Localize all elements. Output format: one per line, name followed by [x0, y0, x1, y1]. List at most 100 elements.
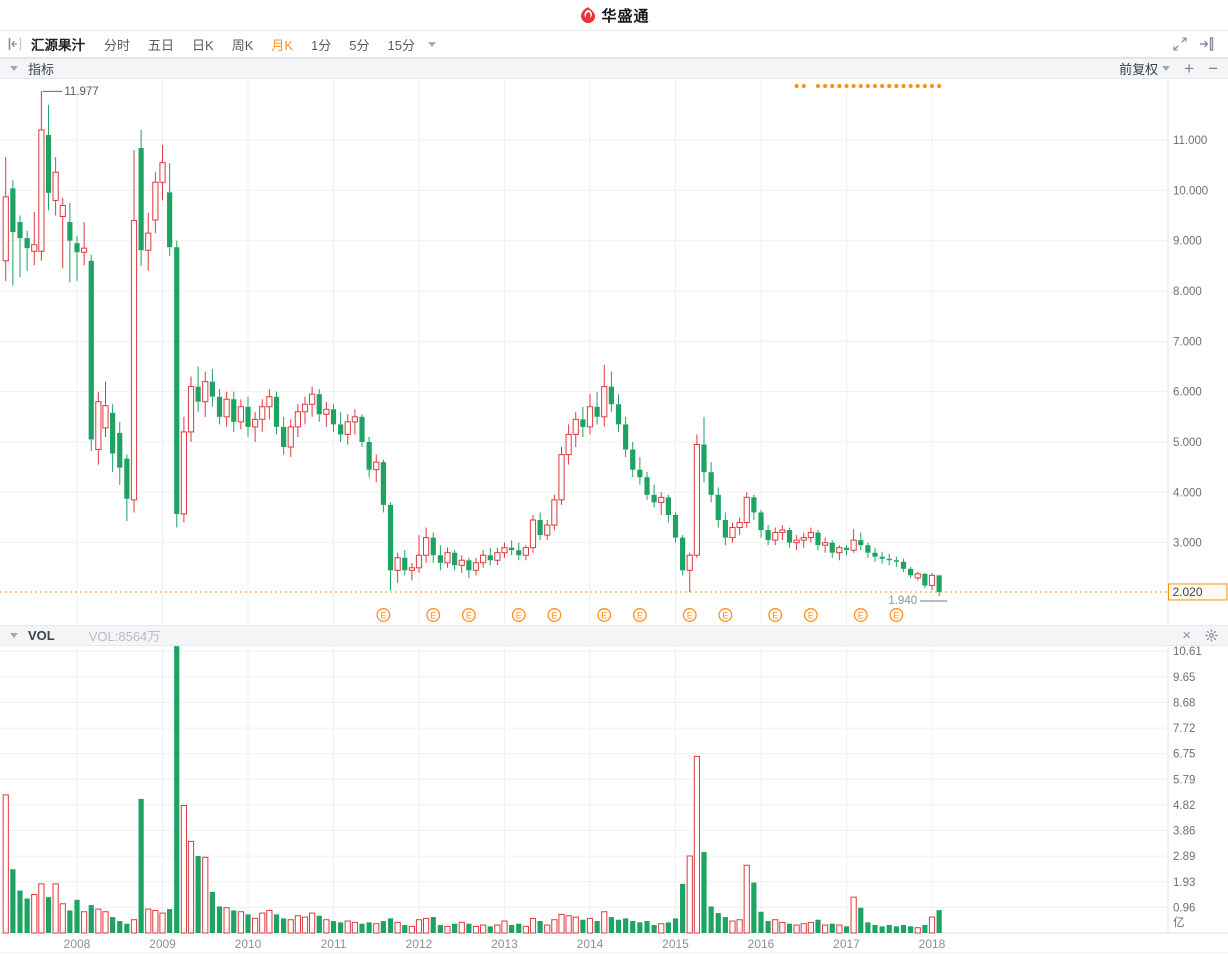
candles-group [2, 90, 942, 596]
year-label: 2017 [833, 937, 860, 951]
app-window: 华盛通 汇源果汁 分时 五日 日K 周K 月K 1分 5分 15分 指标 前复权… [0, 0, 1228, 957]
event-dot [887, 83, 892, 89]
event-dot [844, 83, 849, 89]
svg-text:E: E [858, 611, 864, 621]
high-price-annotation: 11.977 [64, 86, 98, 98]
flame-icon [581, 6, 596, 23]
period-tabs: 分时 五日 日K 周K 月K 1分 5分 15分 [95, 35, 424, 54]
svg-text:E: E [430, 611, 436, 621]
year-label: 2008 [64, 937, 91, 951]
tab-15分[interactable]: 15分 [388, 35, 415, 54]
year-label: 2016 [748, 937, 775, 951]
svg-text:E: E [687, 611, 693, 621]
tab-月K[interactable]: 月K [271, 35, 293, 54]
earnings-marker[interactable]: E [376, 608, 391, 622]
candlestick-chart: 2008 2009 2010 2011 2012 2013 2014 2015 2016 2017… [0, 80, 1228, 954]
event-dot [929, 83, 935, 89]
earnings-marker[interactable]: E [803, 608, 818, 622]
tab-日K[interactable]: 日K [192, 35, 214, 54]
event-dot [823, 83, 828, 89]
indicator-collapse-icon[interactable] [10, 66, 18, 75]
event-dot [922, 83, 927, 89]
year-label: 2013 [491, 937, 518, 951]
adjustment-caret-icon [1162, 66, 1171, 75]
event-dot [830, 83, 835, 89]
volume-tick-label: 4.82 [1173, 800, 1195, 812]
dock-right-icon[interactable] [1199, 37, 1214, 51]
earnings-marker[interactable]: E [597, 608, 612, 622]
vol-collapse-icon[interactable] [10, 633, 18, 642]
year-label: 2015 [662, 937, 689, 951]
tab-分时[interactable]: 分时 [104, 35, 130, 54]
collapse-panel-icon[interactable] [8, 37, 23, 51]
annotations-group: 2.020 11.977 1.940 E E E E E E E E E E E E E [0, 83, 1228, 622]
price-tick-label: 5.000 [1173, 437, 1202, 449]
price-tick-label: 11.000 [1173, 135, 1207, 147]
indicator-label: 指标 [28, 62, 55, 77]
svg-text:E: E [893, 611, 899, 621]
indicator-bar: 指标 前复权 + − [0, 58, 1228, 79]
tab-五日[interactable]: 五日 [148, 35, 174, 54]
earnings-marker[interactable]: E [768, 608, 783, 622]
vol-close-icon[interactable]: × [1182, 628, 1191, 643]
price-tick-label: 7.000 [1173, 336, 1202, 348]
earnings-marker[interactable]: E [889, 608, 904, 622]
toolbar-right [1173, 37, 1220, 51]
volume-tick-label: 9.65 [1173, 672, 1195, 684]
event-dot [858, 83, 863, 89]
earnings-marker[interactable]: E [853, 608, 868, 622]
year-label: 2014 [577, 937, 604, 951]
year-label: 2011 [321, 937, 347, 951]
price-tick-label: 3.000 [1173, 538, 1202, 550]
year-label: 2010 [235, 937, 262, 951]
earnings-marker[interactable]: E [547, 608, 562, 622]
volume-tick-label: 6.75 [1173, 749, 1195, 761]
price-tick-label: 9.000 [1173, 236, 1202, 248]
earnings-marker[interactable]: E [426, 608, 441, 622]
svg-text:E: E [551, 611, 557, 621]
zoom-in-button[interactable]: + [1184, 60, 1194, 77]
event-dot [880, 83, 885, 89]
event-dot [851, 83, 856, 89]
year-label: 2018 [919, 937, 946, 951]
more-periods-icon[interactable] [427, 41, 436, 51]
adjustment-selector[interactable]: 前复权 [1119, 59, 1171, 78]
event-dot [794, 83, 799, 89]
price-tick-label: 4.000 [1173, 487, 1202, 499]
event-dot [872, 83, 878, 89]
vol-settings-gear-icon[interactable] [1205, 629, 1218, 642]
event-dot [894, 83, 899, 89]
event-dot [908, 83, 913, 89]
volume-tick-label: 2.89 [1173, 851, 1195, 863]
tab-5分[interactable]: 5分 [349, 35, 369, 54]
svg-text:E: E [808, 611, 814, 621]
volume-tick-label: 0.96 [1173, 902, 1195, 914]
earnings-marker[interactable]: E [461, 608, 476, 622]
volume-tick-label: 10.61 [1173, 646, 1202, 658]
vol-label: VOL [28, 628, 55, 643]
event-dot [937, 83, 942, 89]
volume-tick-label: 8.68 [1173, 697, 1195, 709]
app-header: 华盛通 [0, 0, 1228, 31]
svg-text:E: E [772, 611, 778, 621]
earnings-marker[interactable]: E [718, 608, 733, 622]
event-dot [837, 83, 842, 89]
earnings-marker[interactable]: E [682, 608, 697, 622]
earnings-marker[interactable]: E [511, 608, 526, 622]
stock-name[interactable]: 汇源果汁 [31, 34, 85, 54]
app-logo: 华盛通 [578, 5, 649, 26]
volume-bars-group [2, 646, 942, 934]
zoom-out-button[interactable]: − [1208, 60, 1218, 77]
tab-周K[interactable]: 周K [232, 35, 254, 54]
year-label: 2009 [149, 937, 176, 951]
svg-text:E: E [516, 611, 522, 621]
fullscreen-icon[interactable] [1173, 37, 1187, 51]
tab-1分[interactable]: 1分 [311, 35, 331, 54]
svg-text:E: E [466, 611, 472, 621]
event-dot [801, 83, 806, 89]
adjustment-label: 前复权 [1119, 62, 1159, 77]
svg-text:E: E [601, 611, 607, 621]
earnings-marker[interactable]: E [632, 608, 647, 622]
volume-tick-label: 1.93 [1173, 877, 1195, 889]
app-title: 华盛通 [601, 7, 650, 25]
